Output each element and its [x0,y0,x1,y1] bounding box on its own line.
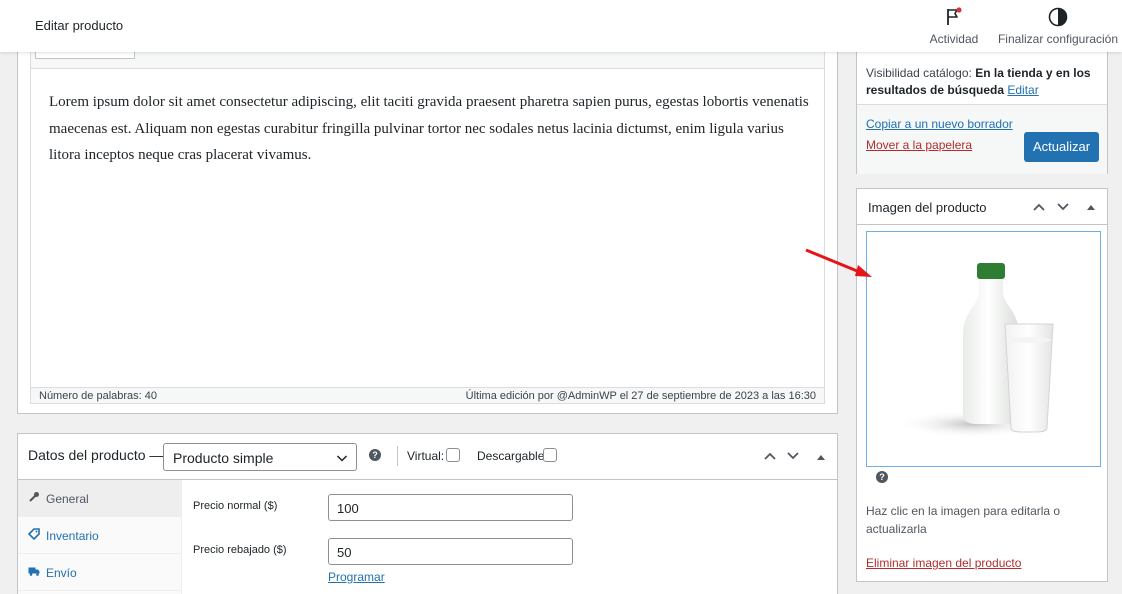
collapse-triangle-icon[interactable] [1086,203,1096,211]
chevron-up-icon[interactable] [1032,202,1046,212]
regular-price-label: Precio normal ($) [193,500,278,512]
tab-general[interactable]: General [18,480,182,517]
help-icon[interactable]: ? [876,471,888,483]
editor-text: Lorem ipsum dolor sit amet consectetur a… [49,94,809,163]
sale-price-label: Precio rebajado ($) [193,544,287,556]
annotation-arrow-icon [805,248,872,277]
tab-inventory[interactable]: Inventario [18,517,182,554]
help-icon[interactable]: ? [369,449,381,461]
half-circle-icon [1048,6,1068,28]
downloadable-label: Descargable: [477,449,548,463]
chevron-down-icon[interactable] [786,451,800,461]
product-data-label: Datos del producto — [28,447,164,463]
product-type-value: Producto simple [173,450,274,466]
finish-setup-label: Finalizar configuración [997,32,1119,46]
virtual-label: Virtual: [407,449,445,463]
product-image[interactable] [866,231,1101,467]
sale-price-input[interactable]: 50 [328,538,573,565]
product-type-select[interactable]: Producto simple [163,443,357,471]
publish-box: Visibilidad catálogo: En la tienda y en … [856,52,1108,174]
truck-icon [28,567,40,576]
tab-shipping[interactable]: Envío [18,554,182,591]
finish-setup-button[interactable]: Finalizar configuración [997,6,1119,46]
milk-bottle-image [897,263,1054,438]
divider [397,446,398,466]
virtual-checkbox[interactable] [446,448,460,462]
image-hint: Haz clic en la imagen para editarla o ac… [866,504,1061,536]
regular-price-input[interactable]: 100 [328,494,573,521]
tab-general-label: General [46,492,89,506]
collapse-triangle-icon[interactable] [816,453,826,461]
publish-actions: Copiar a un nuevo borrador Mover a la pa… [857,104,1107,174]
schedule-link[interactable]: Programar [328,570,385,584]
product-image-header: Imagen del producto [857,189,1107,225]
chevron-up-icon[interactable] [763,451,777,461]
catalog-visibility: Visibilidad catálogo: En la tienda y en … [866,65,1101,99]
visibility-prefix: Visibilidad catálogo: [866,66,972,80]
tab-inventory-label: Inventario [46,529,99,543]
downloadable-checkbox[interactable] [543,448,557,462]
top-header: Editar producto Actividad Finalizar conf… [0,0,1122,52]
product-image-title: Imagen del producto [868,200,987,215]
product-data-header: Datos del producto — Producto simple ? V… [18,434,837,480]
remove-image-link[interactable]: Eliminar imagen del producto [866,556,1021,570]
activity-button[interactable]: Actividad [928,6,980,46]
product-image-box: Imagen del producto ? Haz clic en la ima… [856,188,1108,582]
editor-content[interactable]: Lorem ipsum dolor sit amet consectetur a… [30,69,825,389]
product-data-tabs: General Inventario Envío [18,480,182,594]
copy-draft-link[interactable]: Copiar a un nuevo borrador [866,117,1013,131]
tag-icon [28,528,40,540]
wrench-icon [29,492,39,502]
chevron-down-icon [336,455,348,462]
update-button[interactable]: Actualizar [1024,132,1099,162]
edit-visibility-link[interactable]: Editar [1007,83,1038,97]
product-data-panel: Datos del producto — Producto simple ? V… [17,433,838,594]
word-count: Número de palabras: 40 [39,390,158,402]
activity-label: Actividad [929,32,979,46]
move-trash-link[interactable]: Mover a la papelera [866,138,972,152]
editor-statusbar: Número de palabras: 40 Última edición po… [30,387,825,404]
last-edit-info: Última edición por @AdminWP el 27 de sep… [465,390,816,402]
chevron-down-icon[interactable] [1056,202,1070,212]
page-title: Editar producto [35,18,124,33]
tab-shipping-label: Envío [46,566,77,580]
flag-icon [944,6,964,28]
content-editor: Lorem ipsum dolor sit amet consectetur a… [17,30,838,414]
